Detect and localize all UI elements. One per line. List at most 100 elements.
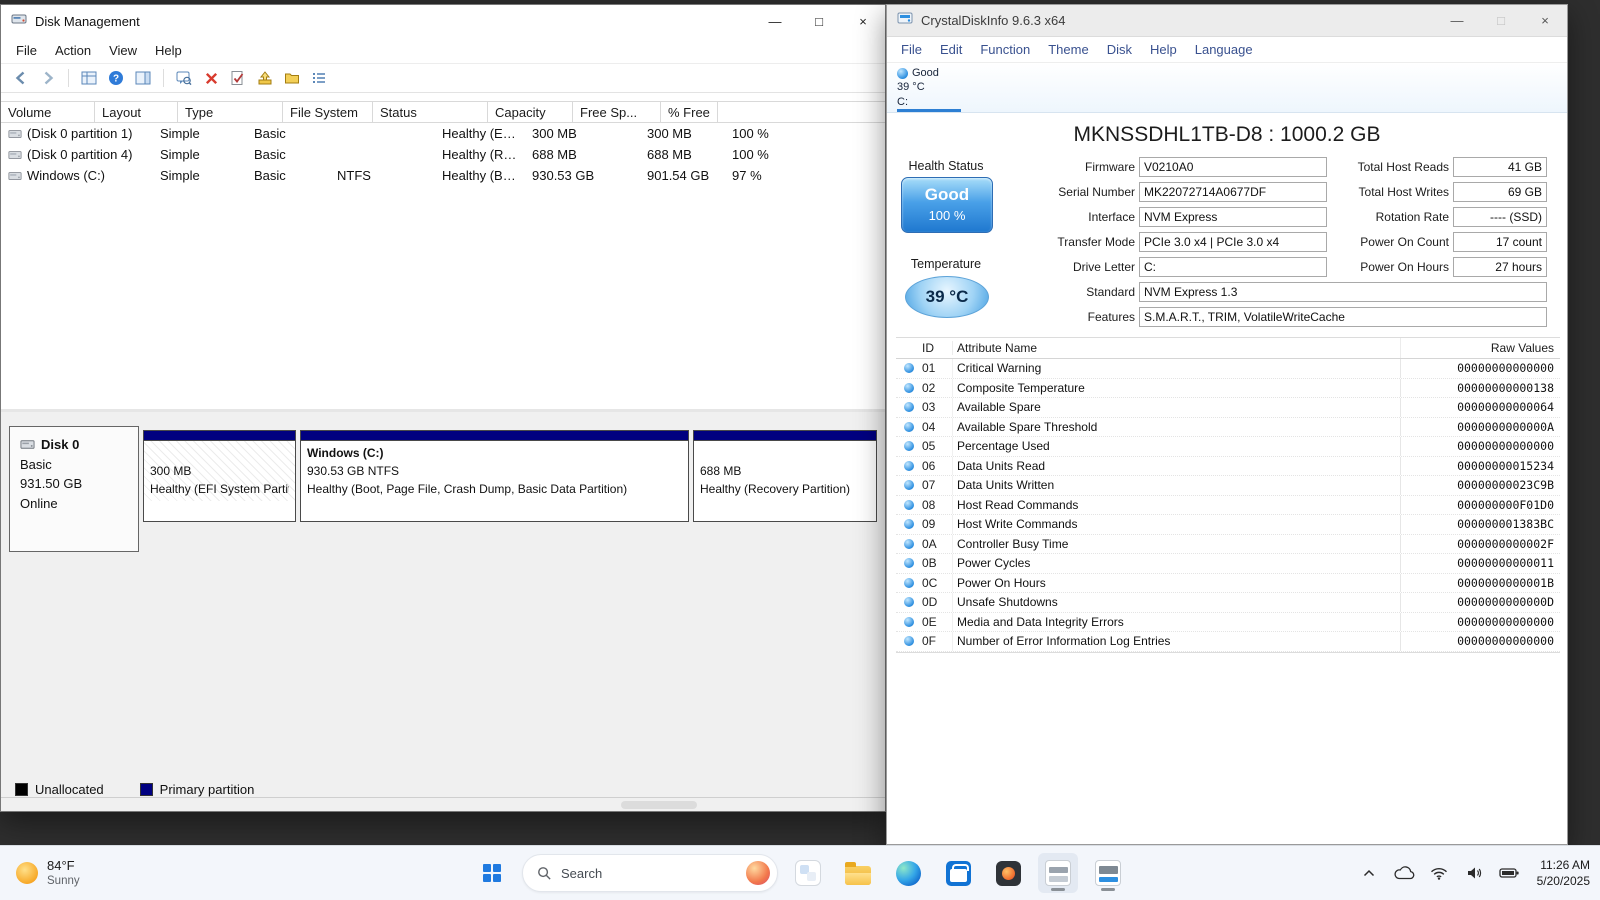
volume-row[interactable]: Windows (C:) Simple Basic NTFS Healthy (… (1, 165, 885, 186)
volume-drive-icon (8, 129, 22, 138)
taskbar-app-disk-management[interactable] (1038, 853, 1078, 893)
info-field-value[interactable]: NVM Express 1.3 (1139, 282, 1547, 302)
info-field-value[interactable]: ---- (SSD) (1453, 207, 1547, 227)
smart-attribute-row[interactable]: 0F Number of Error Information Log Entri… (896, 632, 1560, 652)
smart-attribute-row[interactable]: 01 Critical Warning 00000000000000 (896, 359, 1560, 379)
minimize-button[interactable]: — (1435, 5, 1479, 37)
partition-windows-c[interactable]: Windows (C:) 930.53 GB NTFS Healthy (Boo… (300, 430, 689, 522)
smart-attribute-row[interactable]: 0B Power Cycles 00000000000011 (896, 554, 1560, 574)
weather-condition: Sunny (47, 874, 80, 887)
folder-icon[interactable] (282, 68, 302, 88)
volume-row[interactable]: (Disk 0 partition 1) Simple Basic Health… (1, 123, 885, 144)
clock[interactable]: 11:26 AM 5/20/2025 (1533, 857, 1590, 889)
menu-item[interactable]: Help (146, 40, 191, 61)
battery-icon[interactable] (1498, 859, 1520, 887)
volume-icon[interactable] (1463, 859, 1485, 887)
export-icon[interactable] (255, 68, 275, 88)
info-field-value[interactable]: MK22072714A0677DF (1139, 182, 1327, 202)
smart-attribute-row[interactable]: 09 Host Write Commands 000000001383BC (896, 515, 1560, 535)
volume-status: Healthy (Recovery Partition) (442, 147, 525, 162)
close-button[interactable]: × (1523, 5, 1567, 37)
menu-item[interactable]: Language (1186, 39, 1262, 60)
maximize-button[interactable]: □ (1479, 5, 1523, 37)
taskbar-app-crystaldiskinfo[interactable] (1088, 853, 1128, 893)
smart-attribute-row[interactable]: 0C Power On Hours 0000000000001B (896, 573, 1560, 593)
disk-management-titlebar[interactable]: Disk Management — □ × (1, 5, 885, 37)
menu-item[interactable]: File (892, 39, 931, 60)
smart-attribute-row[interactable]: 02 Composite Temperature 00000000000138 (896, 378, 1560, 398)
partition-efi[interactable]: 300 MB Healthy (EFI System Partition) (143, 430, 296, 522)
drive-tab-c[interactable]: Good 39 °C C: (897, 66, 969, 112)
column-header[interactable]: Free Sp... (573, 102, 661, 122)
column-header[interactable]: Capacity (488, 102, 573, 122)
taskbar-app-widgets[interactable] (788, 853, 828, 893)
back-icon[interactable] (11, 68, 31, 88)
taskbar-app-edge[interactable] (888, 853, 928, 893)
onedrive-cloud-icon[interactable] (1393, 859, 1415, 887)
smart-attribute-row[interactable]: 05 Percentage Used 00000000000000 (896, 437, 1560, 457)
taskbar-app-file-explorer[interactable] (838, 853, 878, 893)
info-field-value[interactable]: 69 GB (1453, 182, 1547, 202)
disk0-info-box[interactable]: Disk 0 Basic 931.50 GB Online (9, 426, 139, 552)
console-tree-icon[interactable] (79, 68, 99, 88)
column-header[interactable]: % Free (661, 102, 718, 122)
volume-row[interactable]: (Disk 0 partition 4) Simple Basic Health… (1, 144, 885, 165)
column-header[interactable]: Type (178, 102, 283, 122)
forward-icon[interactable] (38, 68, 58, 88)
check-document-icon[interactable] (228, 68, 248, 88)
menu-item[interactable]: File (7, 40, 46, 61)
search-input[interactable]: Search (522, 854, 778, 892)
column-header[interactable]: Layout (95, 102, 178, 122)
info-field-value[interactable]: S.M.A.R.T., TRIM, VolatileWriteCache (1139, 307, 1547, 327)
menu-item[interactable]: Theme (1039, 39, 1097, 60)
maximize-button[interactable]: □ (797, 5, 841, 37)
tray-expand-icon[interactable] (1358, 859, 1380, 887)
info-field-value[interactable]: V0210A0 (1139, 157, 1327, 177)
taskbar-app-microsoft-store[interactable] (938, 853, 978, 893)
wifi-icon[interactable] (1428, 859, 1450, 887)
disk0-kind: Basic (20, 456, 52, 472)
menu-item[interactable]: Help (1141, 39, 1186, 60)
details-dialog-icon[interactable] (174, 68, 194, 88)
partition-recovery[interactable]: 688 MB Healthy (Recovery Partition) (693, 430, 877, 522)
menu-item[interactable]: Disk (1098, 39, 1141, 60)
info-field-value[interactable]: NVM Express (1139, 207, 1327, 227)
volume-layout: Simple (160, 168, 200, 183)
menu-item[interactable]: View (100, 40, 146, 61)
minimize-button[interactable]: — (753, 5, 797, 37)
column-header[interactable]: File System (283, 102, 373, 122)
attribute-name: Critical Warning (952, 359, 1400, 378)
info-field-value[interactable]: 17 count (1453, 232, 1547, 252)
smart-attribute-row[interactable]: 0D Unsafe Shutdowns 0000000000000D (896, 593, 1560, 613)
taskbar-app-photos[interactable] (988, 853, 1028, 893)
weather-widget[interactable]: 84°F Sunny (6, 846, 90, 900)
smart-attribute-row[interactable]: 0A Controller Busy Time 0000000000002F (896, 534, 1560, 554)
temperature-indicator[interactable]: 39 °C (905, 276, 989, 318)
search-highlight-icon[interactable] (746, 861, 770, 885)
crystaldiskinfo-titlebar[interactable]: CrystalDiskInfo 9.6.3 x64 — □ × (887, 5, 1567, 37)
menu-item[interactable]: Edit (931, 39, 971, 60)
smart-attribute-row[interactable]: 0E Media and Data Integrity Errors 00000… (896, 612, 1560, 632)
info-field-value[interactable]: C: (1139, 257, 1327, 277)
delete-volume-icon[interactable] (201, 68, 221, 88)
menu-item[interactable]: Function (971, 39, 1039, 60)
action-pane-icon[interactable] (133, 68, 153, 88)
start-button[interactable] (472, 853, 512, 893)
health-status-button[interactable]: Good 100 % (901, 177, 993, 233)
column-header[interactable]: Volume (1, 102, 95, 122)
smart-attribute-row[interactable]: 03 Available Spare 00000000000064 (896, 398, 1560, 418)
close-button[interactable]: × (841, 5, 885, 37)
properties-list-icon[interactable] (309, 68, 329, 88)
smart-attribute-row[interactable]: 04 Available Spare Threshold 00000000000… (896, 417, 1560, 437)
horizontal-scrollbar[interactable] (621, 801, 697, 809)
menu-item[interactable]: Action (46, 40, 100, 61)
attribute-id: 0F (922, 634, 937, 649)
smart-attribute-row[interactable]: 06 Data Units Read 00000000015234 (896, 456, 1560, 476)
column-header[interactable]: Status (373, 102, 488, 122)
smart-attribute-row[interactable]: 08 Host Read Commands 000000000F01D0 (896, 495, 1560, 515)
info-field-value[interactable]: 27 hours (1453, 257, 1547, 277)
info-field-value[interactable]: 41 GB (1453, 157, 1547, 177)
smart-attribute-row[interactable]: 07 Data Units Written 00000000023C9B (896, 476, 1560, 496)
help-icon[interactable]: ? (106, 68, 126, 88)
info-field-value[interactable]: PCIe 3.0 x4 | PCIe 3.0 x4 (1139, 232, 1327, 252)
